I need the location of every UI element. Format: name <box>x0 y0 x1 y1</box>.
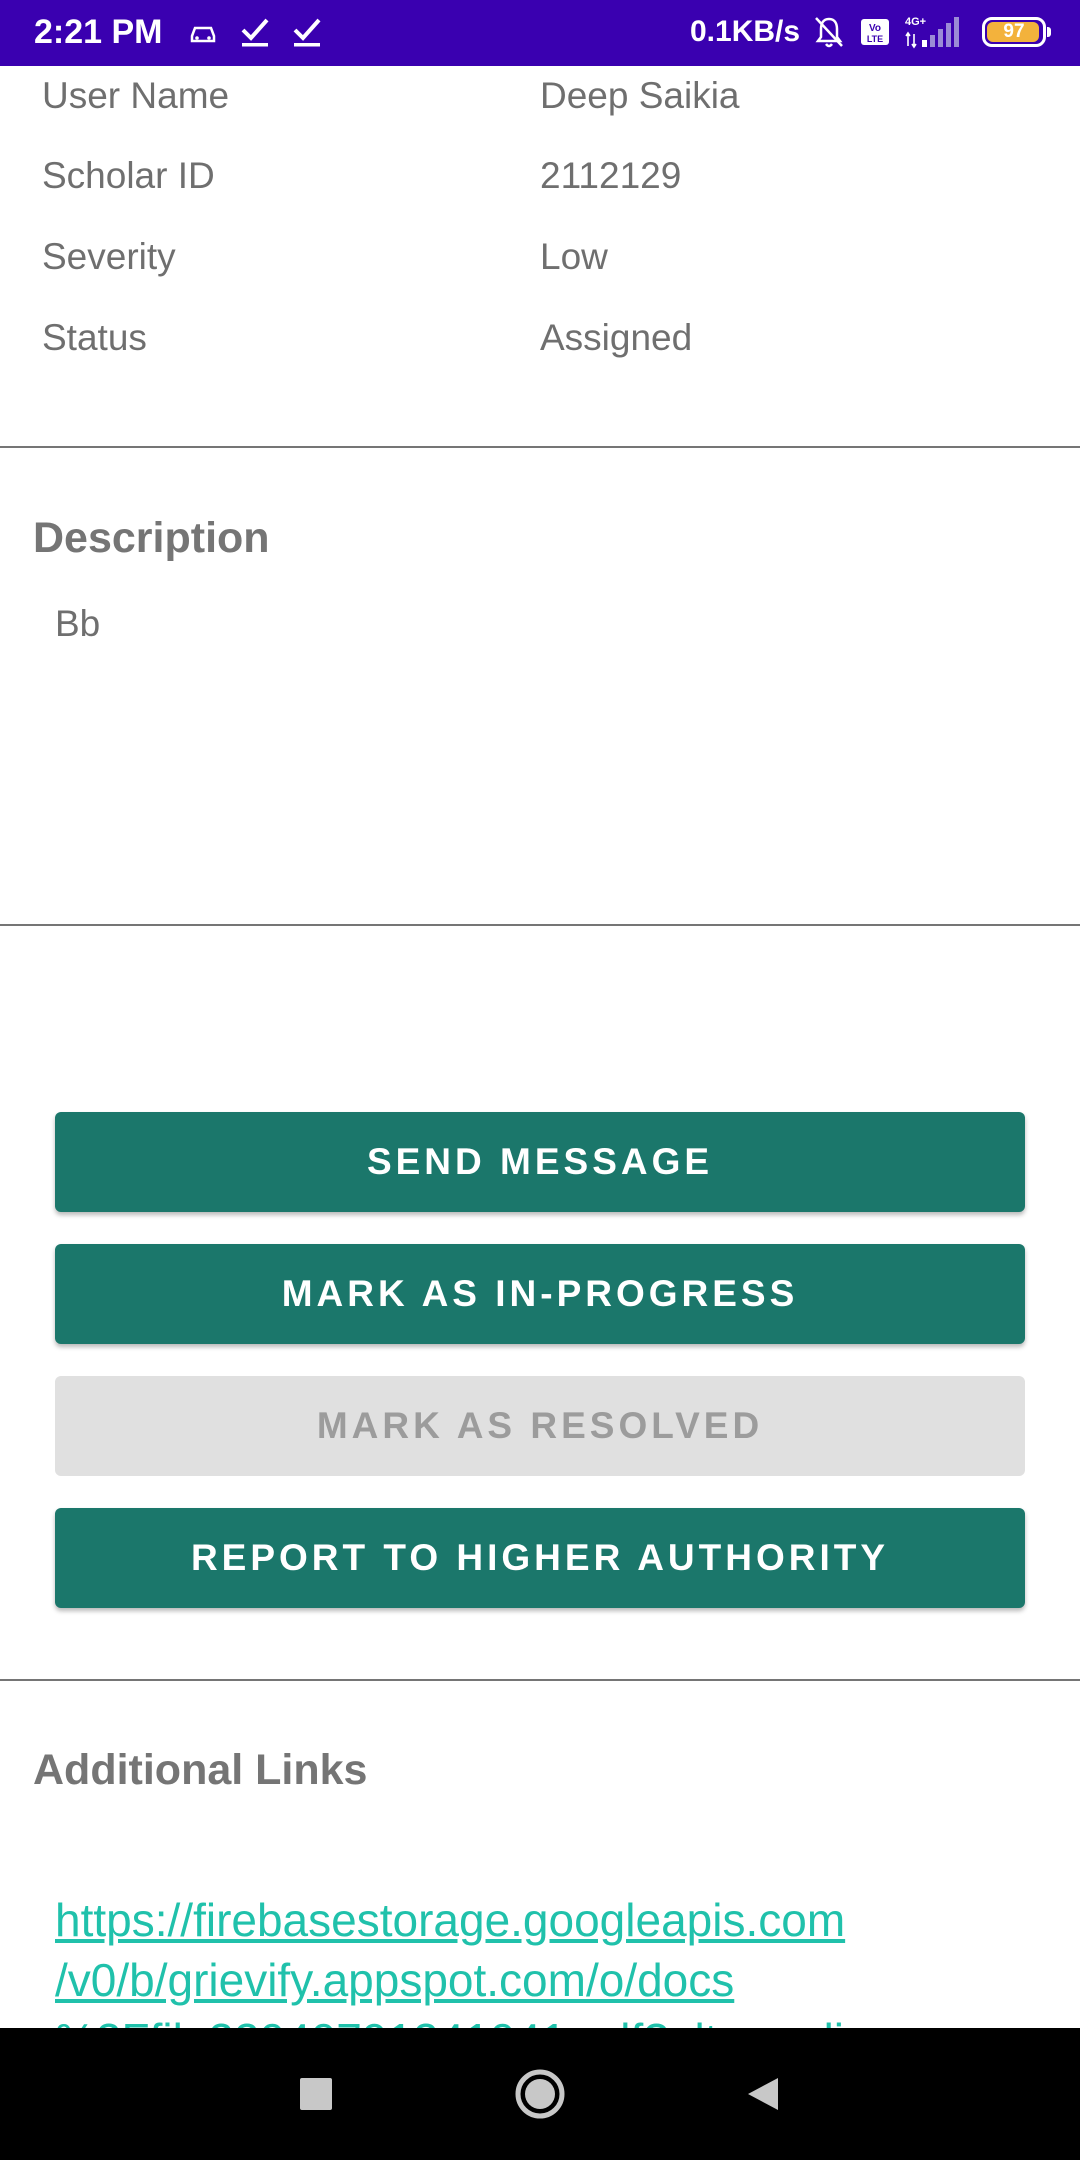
detail-row-severity: Severity Low <box>0 227 1080 287</box>
notification-icons <box>186 14 324 50</box>
detail-label: Scholar ID <box>42 155 215 196</box>
grievance-detail-screen: 2:21 PM 0.1KB/s Vo LTE 4G+ 97 User Name … <box>0 0 1080 2160</box>
battery-icon: 97 <box>982 17 1051 47</box>
network-speed: 0.1KB/s <box>690 15 801 48</box>
detail-value: Deep Saikia <box>540 75 740 116</box>
svg-text:Vo: Vo <box>869 23 881 34</box>
signal-4g-icon: 4G+ <box>905 16 959 49</box>
recents-button[interactable] <box>284 2062 348 2126</box>
home-button[interactable] <box>508 2062 572 2126</box>
send-message-button[interactable]: SEND MESSAGE <box>55 1112 1025 1212</box>
divider <box>0 924 1080 926</box>
description-text: Bb <box>55 603 101 644</box>
detail-label: Status <box>42 317 147 358</box>
mark-in-progress-button[interactable]: MARK AS IN-PROGRESS <box>55 1244 1025 1344</box>
link-line[interactable]: /v0/b/grievify.appspot.com/o/docs <box>55 1950 1055 2010</box>
back-button[interactable] <box>730 2062 794 2126</box>
link-line[interactable]: https://firebasestorage.googleapis.com <box>55 1890 1055 1950</box>
volte-icon: Vo LTE <box>861 19 889 45</box>
detail-value: Assigned <box>540 317 693 358</box>
report-higher-authority-button[interactable]: REPORT TO HIGHER AUTHORITY <box>55 1508 1025 1608</box>
document-link[interactable]: https://firebasestorage.googleapis.com /… <box>55 1890 1055 2028</box>
system-icons: Vo LTE 4G+ 97 <box>812 14 1051 50</box>
check-icon <box>241 18 269 47</box>
detail-row-scholar-id: Scholar ID 2112129 <box>0 146 1080 206</box>
home-circle-icon <box>515 2069 565 2119</box>
mark-resolved-button[interactable]: MARK AS RESOLVED <box>55 1376 1025 1476</box>
navigation-bar <box>0 2028 1080 2160</box>
svg-text:4G+: 4G+ <box>905 16 926 28</box>
detail-row-user-name: User Name Deep Saikia <box>0 66 1080 126</box>
status-bar: 2:21 PM 0.1KB/s Vo LTE 4G+ 97 <box>0 0 1080 66</box>
back-triangle-icon <box>748 2078 778 2110</box>
divider <box>0 1679 1080 1681</box>
status-time: 2:21 PM <box>34 13 163 51</box>
recents-square-icon <box>300 2078 332 2110</box>
battery-level: 97 <box>1003 21 1025 42</box>
divider <box>0 446 1080 448</box>
car-notification-icon <box>190 26 216 43</box>
additional-links-title: Additional Links <box>33 1746 368 1794</box>
detail-label: Severity <box>42 236 176 277</box>
battery-tip <box>1047 27 1051 37</box>
svg-text:LTE: LTE <box>867 34 883 44</box>
description-title: Description <box>33 514 270 562</box>
detail-value: Low <box>540 236 608 277</box>
bell-off-icon <box>815 17 843 48</box>
link-line[interactable]: %2Ffile22040791241041.pdf?alt=media <box>55 2010 1055 2028</box>
detail-label: User Name <box>42 75 230 116</box>
detail-value: 2112129 <box>540 155 682 196</box>
detail-row-status: Status Assigned <box>0 308 1080 368</box>
check-icon <box>293 18 321 47</box>
